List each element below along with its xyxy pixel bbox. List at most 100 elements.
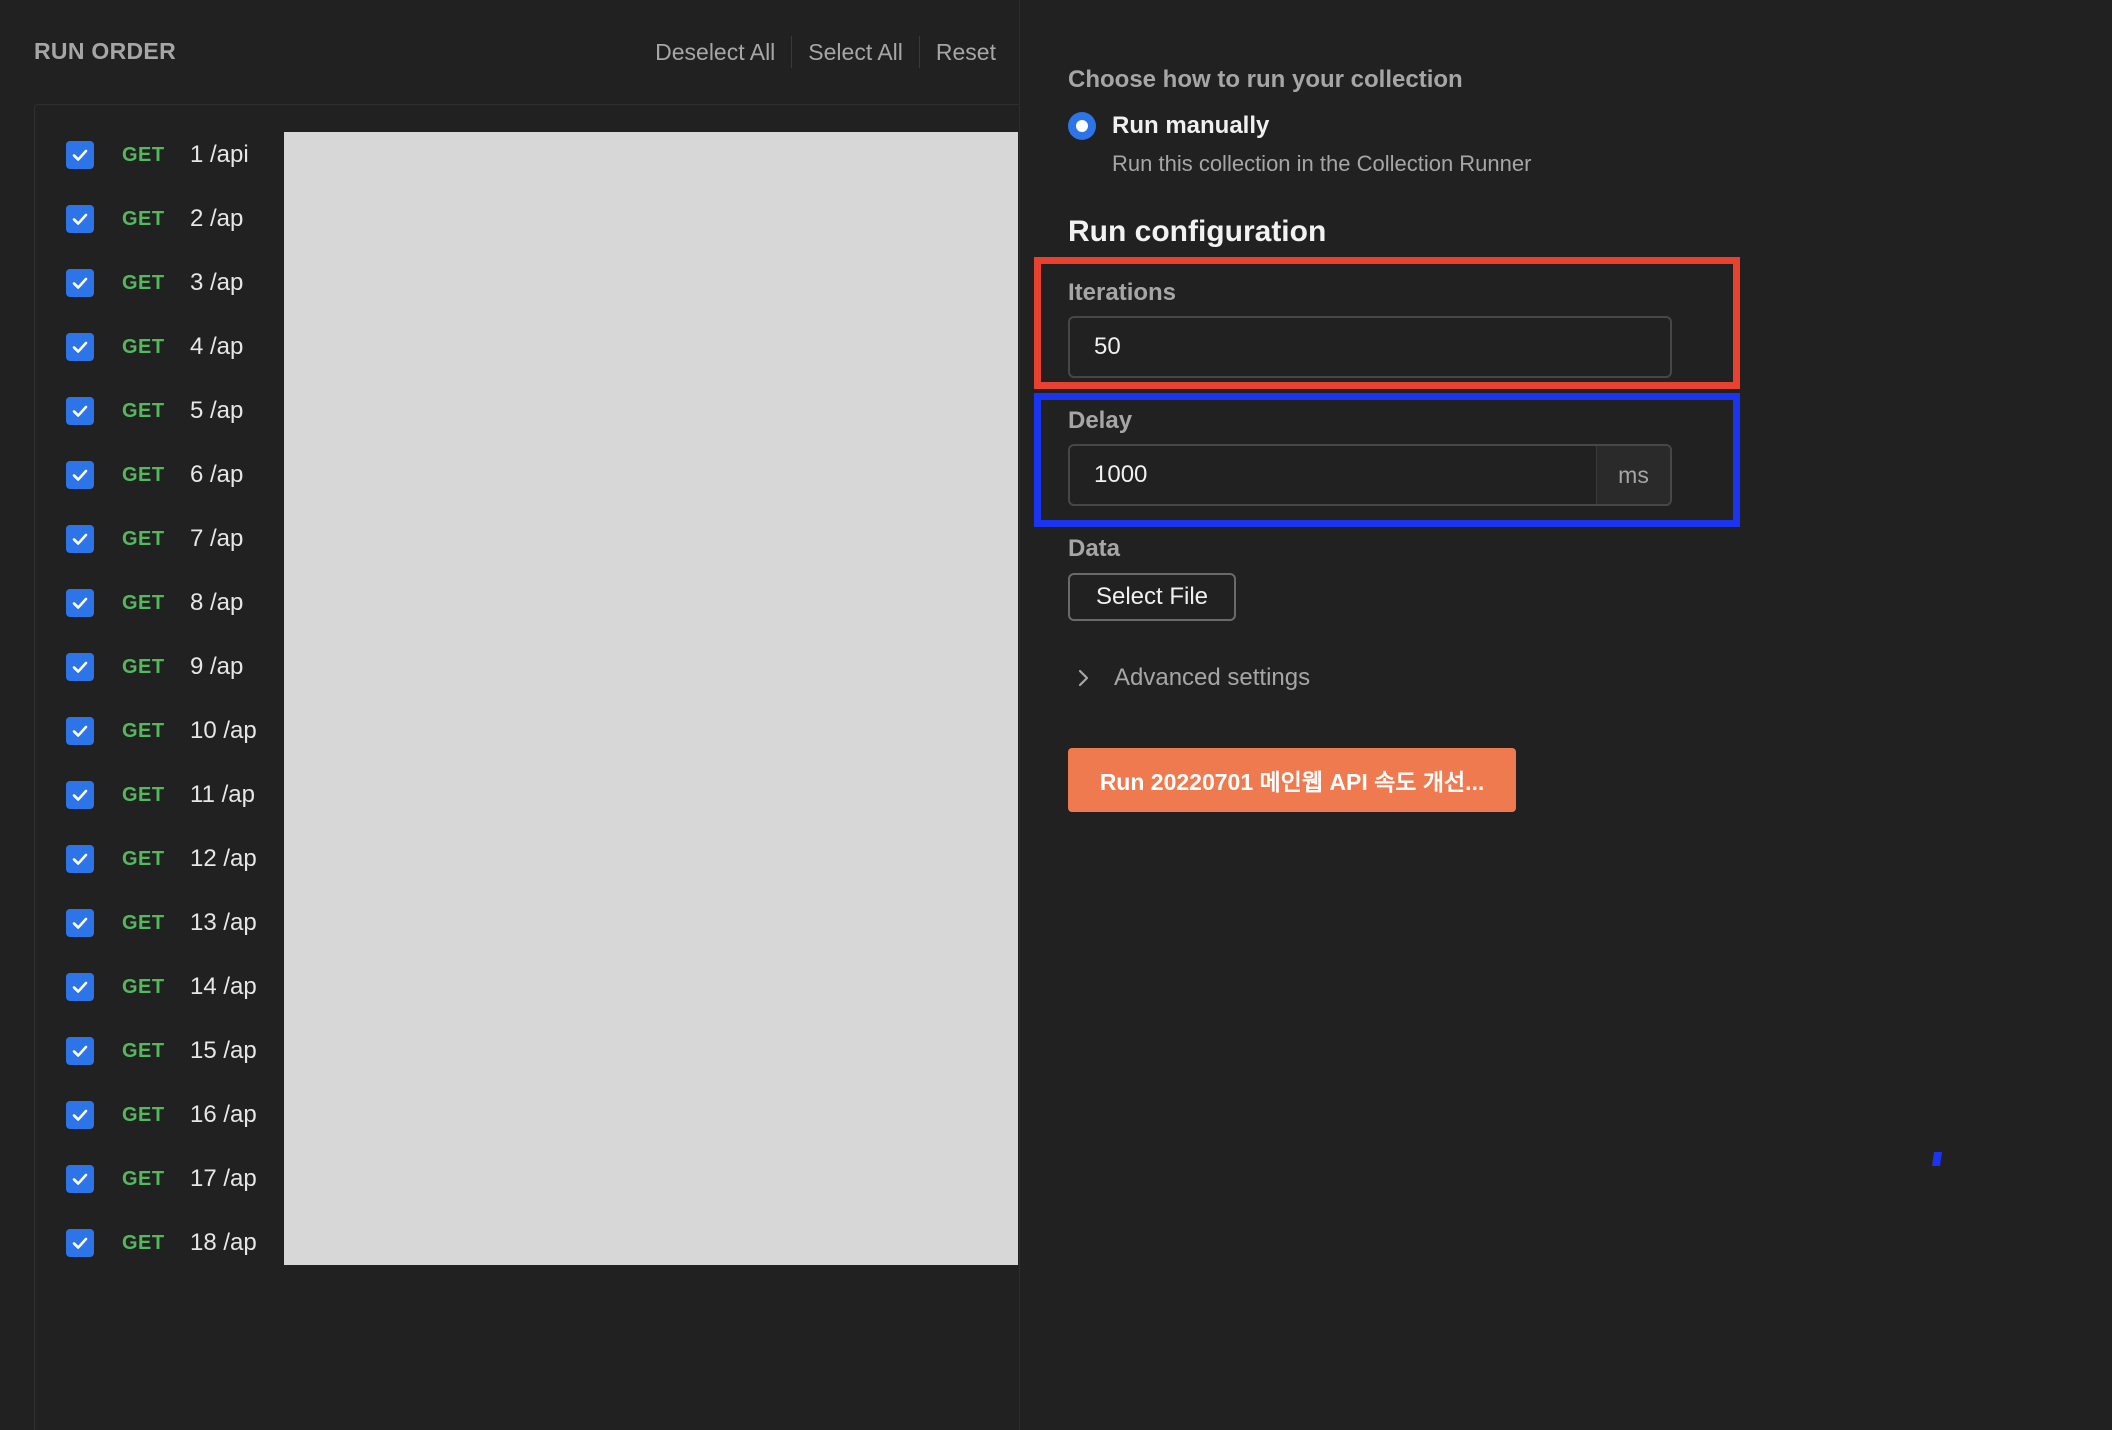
checkmark-icon xyxy=(72,725,88,737)
request-row[interactable]: GET 7 /ap xyxy=(66,519,243,559)
checkmark-icon xyxy=(72,405,88,417)
collection-runner: RUN ORDER Deselect All Select All Reset … xyxy=(0,0,2112,1430)
request-checkbox[interactable] xyxy=(66,1229,94,1257)
request-checkbox[interactable] xyxy=(66,653,94,681)
request-row[interactable]: GET 5 /ap xyxy=(66,391,243,431)
request-method: GET xyxy=(122,1039,165,1062)
request-method: GET xyxy=(122,143,165,166)
request-checkbox[interactable] xyxy=(66,973,94,1001)
request-method: GET xyxy=(122,1231,165,1254)
request-name: 14 /ap xyxy=(190,973,257,1000)
run-order-panel: RUN ORDER Deselect All Select All Reset … xyxy=(0,0,1020,1430)
run-order-actions: Deselect All Select All Reset xyxy=(639,36,1012,68)
request-checkbox[interactable] xyxy=(66,717,94,745)
checkmark-icon xyxy=(72,533,88,545)
pane-divider[interactable] xyxy=(1019,0,1020,1430)
request-row[interactable]: GET 1 /api xyxy=(66,135,249,175)
iterations-highlight-box xyxy=(1034,257,1740,389)
request-row[interactable]: GET 13 /ap xyxy=(66,903,257,943)
request-checkbox[interactable] xyxy=(66,461,94,489)
request-checkbox[interactable] xyxy=(66,205,94,233)
request-checkbox[interactable] xyxy=(66,525,94,553)
checkmark-icon xyxy=(72,597,88,609)
request-checkbox[interactable] xyxy=(66,1165,94,1193)
request-row[interactable]: GET 4 /ap xyxy=(66,327,243,367)
request-checkbox[interactable] xyxy=(66,333,94,361)
advanced-settings-label: Advanced settings xyxy=(1114,664,1311,691)
advanced-settings-toggle[interactable]: Advanced settings xyxy=(1072,664,1310,692)
redacted-area xyxy=(284,132,1018,1265)
request-name: 4 /ap xyxy=(190,333,244,360)
request-method: GET xyxy=(122,783,165,806)
chevron-right-icon xyxy=(1078,669,1089,687)
request-name: 2 /ap xyxy=(190,205,244,232)
request-row[interactable]: GET 17 /ap xyxy=(66,1159,257,1199)
request-row[interactable]: GET 14 /ap xyxy=(66,967,257,1007)
request-method: GET xyxy=(122,1103,165,1126)
request-method: GET xyxy=(122,527,165,550)
checkmark-icon xyxy=(72,277,88,289)
request-row[interactable]: GET 6 /ap xyxy=(66,455,243,495)
checkmark-icon xyxy=(72,149,88,161)
run-configuration-title: Run configuration xyxy=(1068,215,1327,248)
annotation-mark xyxy=(1932,1152,1942,1166)
request-row[interactable]: GET 12 /ap xyxy=(66,839,257,879)
request-method: GET xyxy=(122,1167,165,1190)
request-row[interactable]: GET 10 /ap xyxy=(66,711,257,751)
run-manually-option[interactable]: Run manually xyxy=(1068,112,1269,140)
checkmark-icon xyxy=(72,213,88,225)
run-manually-description: Run this collection in the Collection Ru… xyxy=(1112,151,1532,176)
request-method: GET xyxy=(122,719,165,742)
request-name: 3 /ap xyxy=(190,269,244,296)
checkmark-icon xyxy=(72,469,88,481)
request-row[interactable]: GET 2 /ap xyxy=(66,199,243,239)
request-checkbox[interactable] xyxy=(66,1037,94,1065)
request-name: 9 /ap xyxy=(190,653,244,680)
request-checkbox[interactable] xyxy=(66,397,94,425)
data-label: Data xyxy=(1068,535,1121,562)
select-all-button[interactable]: Select All xyxy=(792,36,919,68)
request-row[interactable]: GET 15 /ap xyxy=(66,1031,257,1071)
request-method: GET xyxy=(122,655,165,678)
checkmark-icon xyxy=(72,789,88,801)
request-row[interactable]: GET 18 /ap xyxy=(66,1223,257,1263)
request-checkbox[interactable] xyxy=(66,141,94,169)
request-row[interactable]: GET 11 /ap xyxy=(66,775,255,815)
checkmark-icon xyxy=(72,853,88,865)
request-name: 5 /ap xyxy=(190,397,244,424)
checkmark-icon xyxy=(72,1109,88,1121)
request-checkbox[interactable] xyxy=(66,1101,94,1129)
checkmark-icon xyxy=(72,981,88,993)
checkmark-icon xyxy=(72,917,88,929)
checkmark-icon xyxy=(72,341,88,353)
request-method: GET xyxy=(122,271,165,294)
deselect-all-button[interactable]: Deselect All xyxy=(639,36,791,68)
run-mode-heading: Choose how to run your collection xyxy=(1068,66,1463,93)
request-checkbox[interactable] xyxy=(66,589,94,617)
request-name: 12 /ap xyxy=(190,845,257,872)
radio-selected-icon[interactable] xyxy=(1068,112,1096,140)
request-name: 18 /ap xyxy=(190,1229,257,1256)
request-name: 7 /ap xyxy=(190,525,244,552)
request-method: GET xyxy=(122,975,165,998)
request-checkbox[interactable] xyxy=(66,269,94,297)
select-file-button[interactable]: Select File xyxy=(1068,573,1236,621)
request-row[interactable]: GET 9 /ap xyxy=(66,647,243,687)
request-row[interactable]: GET 3 /ap xyxy=(66,263,243,303)
checkmark-icon xyxy=(72,661,88,673)
request-checkbox[interactable] xyxy=(66,781,94,809)
request-name: 8 /ap xyxy=(190,589,244,616)
run-manually-label: Run manually xyxy=(1112,112,1270,139)
reset-button[interactable]: Reset xyxy=(920,36,1012,68)
request-row[interactable]: GET 16 /ap xyxy=(66,1095,257,1135)
request-name: 10 /ap xyxy=(190,717,257,744)
request-checkbox[interactable] xyxy=(66,845,94,873)
request-checkbox[interactable] xyxy=(66,909,94,937)
request-row[interactable]: GET 8 /ap xyxy=(66,583,243,623)
request-method: GET xyxy=(122,335,165,358)
request-name: 15 /ap xyxy=(190,1037,257,1064)
run-collection-button[interactable]: Run 20220701 메인웹 API 속도 개선... xyxy=(1068,748,1516,812)
request-name: 13 /ap xyxy=(190,909,257,936)
request-method: GET xyxy=(122,207,165,230)
delay-highlight-box xyxy=(1034,393,1740,527)
